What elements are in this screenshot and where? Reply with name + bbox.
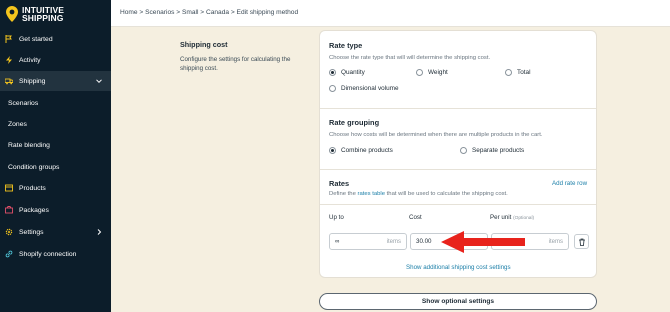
annotation-arrow-icon [441, 231, 525, 253]
trash-icon [578, 238, 585, 246]
truck-icon [5, 78, 13, 85]
sidebar-item-shopify-connection[interactable]: Shopify connection [0, 244, 111, 264]
rates-description-text: that will be used to calculate the shipp… [385, 191, 508, 197]
radio-separate-products[interactable]: Separate products [460, 147, 524, 154]
radio-label: Combine products [341, 147, 393, 154]
cost-value: 30.00 [416, 238, 432, 245]
divider [320, 204, 596, 205]
radio-total[interactable]: Total [505, 69, 531, 76]
sidebar-item-label: Rate blending [8, 141, 50, 149]
sidebar-item-label: Scenarios [8, 99, 39, 107]
shipping-cost-title: Shipping cost [180, 40, 228, 49]
radio-indicator [416, 69, 423, 76]
radio-weight[interactable]: Weight [416, 69, 448, 76]
rate-type-description: Choose the rate type that will will dete… [329, 55, 491, 61]
box-icon [5, 184, 13, 192]
rate-grouping-title: Rate grouping [329, 118, 380, 127]
up-to-value: ∞ [335, 238, 340, 245]
brand-name: INTUITIVE SHIPPING [22, 5, 64, 23]
location-pin-icon [6, 6, 18, 22]
sidebar-item-label: Activity [19, 56, 41, 64]
sidebar-item-label: Packages [19, 206, 49, 214]
sidebar-item-label: Condition groups [8, 163, 60, 171]
column-cost: Cost [409, 214, 422, 221]
column-per-unit-label: Per unit [490, 214, 512, 221]
rate-grouping-description: Choose how costs will be determined when… [329, 132, 543, 138]
show-additional-settings-link[interactable]: Show additional shipping cost settings [406, 264, 511, 271]
gear-icon [5, 228, 13, 236]
radio-label: Weight [428, 69, 448, 76]
up-to-input[interactable]: ∞ items [329, 233, 407, 250]
sidebar-item-label: Settings [19, 228, 44, 236]
column-up-to: Up to [329, 214, 344, 221]
sidebar-item-get-started[interactable]: Get started [0, 29, 111, 49]
optional-hint: (Optional) [513, 216, 535, 221]
rate-type-title: Rate type [329, 41, 363, 50]
sidebar-item-settings[interactable]: Settings [0, 222, 111, 242]
sidebar: INTUITIVE SHIPPING Get started Activity … [0, 0, 111, 312]
bolt-icon [6, 56, 12, 64]
sidebar-item-packages[interactable]: Packages [0, 200, 111, 220]
sidebar-item-label: Products [19, 184, 46, 192]
radio-selected-indicator [329, 147, 336, 154]
per-unit-suffix: items [548, 238, 563, 245]
radio-label: Quantity [341, 69, 365, 76]
show-optional-settings-button[interactable]: Show optional settings [319, 293, 597, 310]
divider [320, 169, 596, 170]
radio-label: Total [517, 69, 531, 76]
add-rate-row-link[interactable]: Add rate row [552, 180, 587, 187]
brand-line2: SHIPPING [22, 13, 64, 23]
sidebar-item-label: Shipping [19, 77, 46, 85]
sidebar-item-label: Zones [8, 120, 27, 128]
brand-logo[interactable]: INTUITIVE SHIPPING [0, 0, 111, 28]
rates-title: Rates [329, 179, 350, 188]
sidebar-item-condition-groups[interactable]: Condition groups [0, 157, 111, 177]
chevron-right-icon [97, 229, 102, 235]
up-to-suffix: items [386, 238, 401, 245]
flag-icon [5, 35, 12, 43]
sidebar-item-scenarios[interactable]: Scenarios [0, 93, 111, 113]
shipping-cost-description: Configure the settings for calculating t… [180, 56, 291, 72]
column-per-unit: Per unit (Optional) [490, 214, 534, 221]
rates-description-text: Define the [329, 191, 358, 197]
sidebar-item-products[interactable]: Products [0, 178, 111, 198]
top-bar: Home > Scenarios > Small > Canada > Edit… [111, 0, 670, 27]
radio-indicator [505, 69, 512, 76]
divider [320, 108, 596, 109]
radio-quantity[interactable]: Quantity [329, 69, 365, 76]
sidebar-item-shipping[interactable]: Shipping [0, 71, 111, 91]
chevron-down-icon [96, 79, 102, 84]
sidebar-item-rate-blending[interactable]: Rate blending [0, 135, 111, 155]
rates-description: Define the rates table that will be used… [329, 191, 508, 197]
radio-indicator [460, 147, 467, 154]
sidebar-item-label: Get started [19, 35, 53, 43]
sidebar-item-label: Shopify connection [19, 250, 77, 258]
radio-label: Dimensional volume [341, 85, 399, 92]
delete-row-button[interactable] [574, 234, 589, 249]
package-icon [5, 206, 13, 214]
radio-label: Separate products [472, 147, 525, 154]
radio-combine-products[interactable]: Combine products [329, 147, 393, 154]
sidebar-item-zones[interactable]: Zones [0, 114, 111, 134]
radio-dimensional-volume[interactable]: Dimensional volume [329, 85, 399, 92]
rates-table-link[interactable]: rates table [358, 191, 386, 197]
breadcrumb[interactable]: Home > Scenarios > Small > Canada > Edit… [120, 9, 298, 16]
radio-indicator [329, 85, 336, 92]
link-icon [5, 250, 13, 258]
radio-selected-indicator [329, 69, 336, 76]
sidebar-item-activity[interactable]: Activity [0, 50, 111, 70]
